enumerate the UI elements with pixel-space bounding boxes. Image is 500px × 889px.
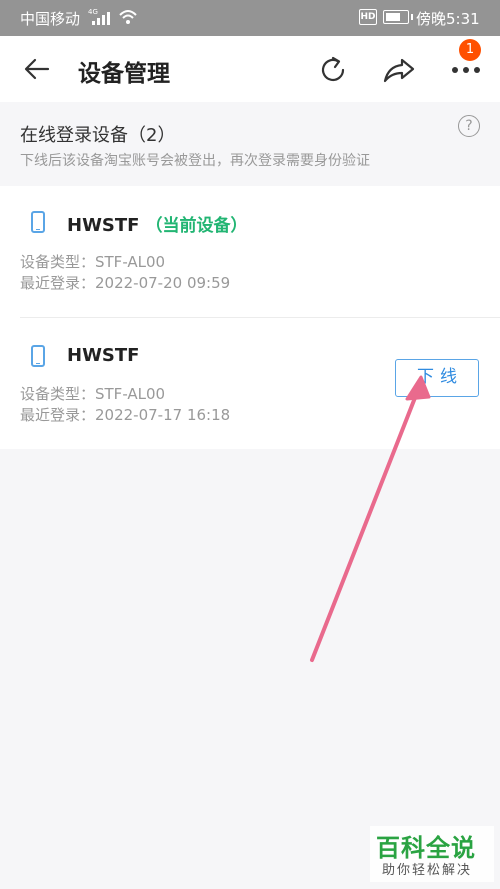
signal-icon: 4G	[88, 8, 110, 25]
refresh-icon[interactable]	[316, 53, 350, 87]
phone-icon	[31, 345, 45, 367]
section-subtitle: 下线后该设备淘宝账号会被登出，再次登录需要身份验证	[20, 153, 370, 169]
page-title: 设备管理	[78, 61, 170, 87]
watermark-title: 百科全说	[376, 834, 476, 862]
share-icon[interactable]	[382, 53, 416, 87]
device-last-login: 最近登录：2022-07-17 16:18	[20, 406, 231, 424]
phone-icon	[31, 211, 45, 233]
current-device-tag: （当前设备）	[145, 216, 248, 236]
arrow-left-icon[interactable]	[22, 54, 52, 84]
device-list: HWSTF （当前设备） 设备类型：STF-AL00 最近登录：2022-07-2…	[0, 186, 500, 449]
status-time: 傍晚5:31	[416, 10, 480, 28]
watermark-logo: 百科全说 助你轻松解决	[370, 826, 494, 882]
device-type: 设备类型：STF-AL00	[20, 385, 166, 403]
status-bar: 中国移动 4G HD 傍晚5:31	[0, 0, 500, 36]
question-icon[interactable]: ?	[458, 115, 480, 137]
logout-device-button[interactable]: 下线	[395, 359, 479, 397]
battery-icon	[383, 10, 413, 24]
watermark-subtitle: 助你轻松解决	[382, 863, 473, 878]
device-name: HWSTF	[67, 345, 140, 366]
svg-text:4G: 4G	[88, 8, 98, 16]
section-heading: 在线登录设备（2）	[20, 125, 176, 146]
device-last-login: 最近登录：2022-07-20 09:59	[20, 274, 231, 292]
wifi-icon	[119, 10, 137, 24]
divider	[20, 317, 500, 318]
battery-fill	[386, 13, 400, 21]
nav-bar: 设备管理 1	[0, 36, 500, 102]
carrier-name: 中国移动	[20, 10, 81, 28]
notification-badge: 1	[459, 39, 481, 61]
device-name-text: HWSTF	[67, 215, 140, 236]
online-devices-header: 在线登录设备（2） 下线后该设备淘宝账号会被登出，再次登录需要身份验证 ?	[0, 102, 500, 186]
device-type: 设备类型：STF-AL00	[20, 253, 166, 271]
device-name: HWSTF （当前设备）	[67, 211, 247, 236]
hd-icon: HD	[359, 9, 377, 25]
